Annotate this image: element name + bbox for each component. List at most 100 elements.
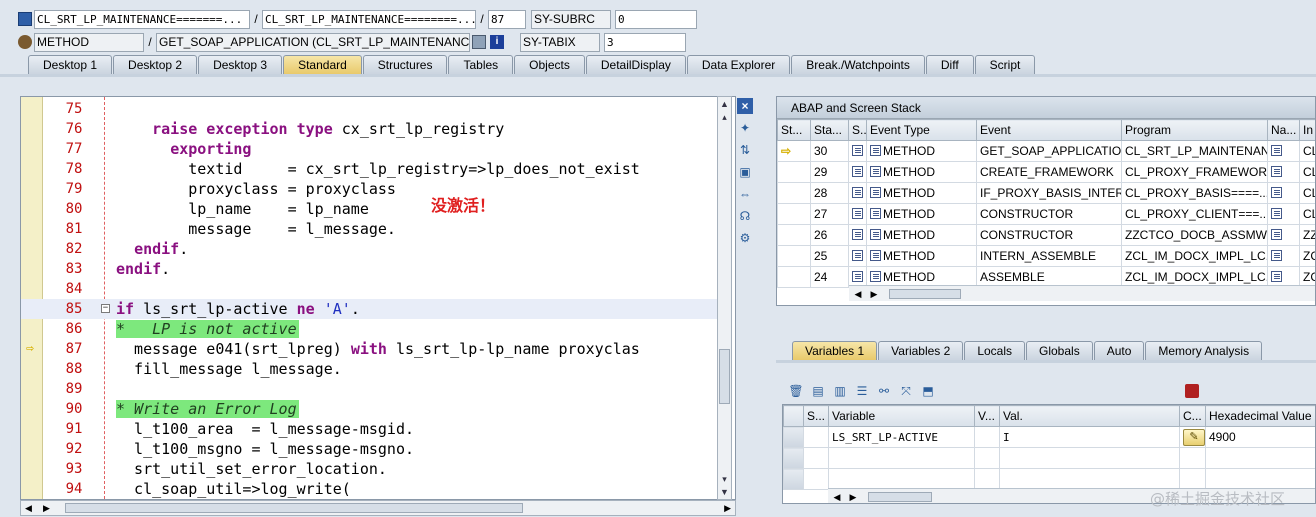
code-line[interactable]: 86 * LP is not active	[21, 319, 721, 339]
col-s[interactable]: S...	[803, 405, 829, 427]
col-v[interactable]: V...	[974, 405, 1000, 427]
stack-scroll-left-icon[interactable]: ◀	[851, 286, 865, 302]
stack-col-header[interactable]: Na...	[1267, 119, 1300, 141]
stack-row[interactable]: 25 METHOD INTERN_ASSEMBLE ZCL_IM_DOCX_IMPL_…	[777, 245, 1315, 267]
var-tab-variables-2[interactable]: Variables 2	[878, 341, 964, 361]
stack-col-header[interactable]: Event	[976, 119, 1122, 141]
program-field[interactable]: CL_SRT_LP_MAINTENANCE========...	[262, 9, 476, 29]
code-line[interactable]: 83 endif.	[21, 259, 721, 279]
vars-scroll-right-icon[interactable]: ▶	[846, 489, 860, 503]
navigate-icon[interactable]	[1271, 229, 1282, 240]
code-line[interactable]: 78 textid = cx_srt_lp_registry=>lp_does_…	[21, 159, 721, 179]
line-field[interactable]: 87	[488, 9, 526, 29]
stack-row[interactable]: ⇨ 30 METHOD GET_SOAP_APPLICATION CL_SRT_LP_M…	[777, 140, 1315, 162]
info-icon[interactable]: i	[490, 35, 504, 49]
export-icon[interactable]: ▥	[832, 383, 848, 399]
code-line[interactable]: 84	[21, 279, 721, 299]
navigate-icon[interactable]	[1271, 250, 1282, 261]
delete-icon[interactable]: 🗑	[788, 383, 804, 399]
sysvar-value-subrc[interactable]: 0	[615, 9, 697, 29]
code-line[interactable]: 93 srt_util_set_error_location.	[21, 459, 721, 479]
stack-row[interactable]: 29 METHOD CREATE_FRAMEWORK CL_PROXY_FRAMEWO…	[777, 161, 1315, 183]
tab-structures[interactable]: Structures	[362, 55, 448, 75]
col-hex[interactable]: Hexadecimal Value	[1205, 405, 1315, 427]
variable-name-input[interactable]: LS_SRT_LP-ACTIVE	[828, 426, 975, 448]
tab-break-watchpoints[interactable]: Break./Watchpoints	[791, 55, 925, 75]
scroll-down-icon[interactable]: ▼	[718, 486, 731, 499]
settings-icon[interactable]: ⚙	[737, 230, 753, 246]
variable-row[interactable]: LS_SRT_LP-ACTIVE I ✎ 4900	[783, 426, 1315, 448]
class-field[interactable]: CL_SRT_LP_MAINTENANCE=======...	[34, 9, 250, 29]
code-line[interactable]: 88 fill_message l_message.	[21, 359, 721, 379]
tab-desktop-3[interactable]: Desktop 3	[198, 55, 283, 75]
swap-tool-icon[interactable]: ⇅	[737, 142, 753, 158]
stack-col-header[interactable]: In	[1299, 119, 1315, 141]
code-line[interactable]: 94 cl_soap_util=>log_write(	[21, 479, 721, 499]
code-line[interactable]: 79 proxyclass = proxyclass	[21, 179, 721, 199]
stack-row[interactable]: 27 METHOD CONSTRUCTOR CL_PROXY_CLIENT===...…	[777, 203, 1315, 225]
variable-row-empty[interactable]	[783, 468, 1315, 490]
structure-icon[interactable]	[472, 35, 486, 49]
stack-col-header[interactable]: Event Type	[866, 119, 977, 141]
scroll-up-icon[interactable]: ▲	[718, 98, 731, 111]
stack-scroll-thumb[interactable]	[889, 289, 961, 299]
vars-scroll-thumb[interactable]	[868, 492, 932, 502]
navigate-icon[interactable]	[1271, 208, 1282, 219]
list-icon[interactable]: ☰	[854, 383, 870, 399]
tab-desktop-1[interactable]: Desktop 1	[28, 55, 113, 75]
var-tab-auto[interactable]: Auto	[1093, 341, 1145, 361]
stack-row[interactable]: 28 METHOD IF_PROXY_BASIS_INTER... CL_PROXY_…	[777, 182, 1315, 204]
col-val[interactable]: Val.	[999, 405, 1180, 427]
edit-pencil-icon[interactable]: ✎	[1183, 428, 1205, 446]
var-tab-variables-1[interactable]: Variables 1	[792, 341, 878, 361]
editor-horizontal-scrollbar[interactable]: ◀ ▶ ▶	[20, 500, 736, 516]
tab-diff[interactable]: Diff	[925, 55, 974, 75]
scroll-right-icon[interactable]: ▶	[724, 501, 731, 515]
editor-vertical-scrollbar[interactable]: ▲ ▴ ▾ ▼	[717, 96, 732, 500]
hscroll-thumb[interactable]	[65, 503, 523, 513]
scroll-thumb[interactable]	[719, 349, 730, 404]
expand-icon[interactable]: ⤧	[898, 383, 914, 399]
var-tab-locals[interactable]: Locals	[964, 341, 1025, 361]
var-tab-memory-analysis[interactable]: Memory Analysis	[1145, 341, 1263, 361]
import-icon[interactable]: ▤	[810, 383, 826, 399]
scroll-up-page-icon[interactable]: ▴	[718, 111, 731, 124]
navigate-icon[interactable]	[1271, 145, 1282, 156]
stack-hscroll[interactable]: ◀ ▶	[849, 285, 1315, 301]
code-line[interactable]: 82 endif.	[21, 239, 721, 259]
tab-detaildisplay[interactable]: DetailDisplay	[585, 55, 686, 75]
stack-row[interactable]: 26 METHOD CONSTRUCTOR ZZCTCO_DOCB_ASSMW... Z…	[777, 224, 1315, 246]
code-line[interactable]: 91 l_t100_area = l_message-msgid.	[21, 419, 721, 439]
var-tab-globals[interactable]: Globals	[1026, 341, 1093, 361]
stack-col-header[interactable]: Program	[1121, 119, 1268, 141]
code-line[interactable]: 77 exporting	[21, 139, 721, 159]
col-variable[interactable]: Variable	[828, 405, 975, 427]
maximize-icon[interactable]: ▣	[737, 164, 753, 180]
tab-script[interactable]: Script	[974, 55, 1036, 75]
code-line[interactable]: 75	[21, 99, 721, 119]
code-editor[interactable]: 75 76 raise exception type cx_srt_lp_regi…	[20, 96, 736, 500]
hierarchy-icon[interactable]: ⚯	[876, 383, 892, 399]
tab-objects[interactable]: Objects	[514, 55, 585, 75]
variable-value[interactable]: I	[999, 426, 1180, 448]
open-icon[interactable]: ⬒	[920, 383, 936, 399]
navigate-icon[interactable]	[1271, 187, 1282, 198]
save-icon[interactable]	[1185, 384, 1199, 398]
code-line[interactable]: 90 * Write an Error Log	[21, 399, 721, 419]
code-line[interactable]: 87 message e041(srt_lpreg) with ls_srt_l…	[21, 339, 721, 359]
sysvar-value-tabix[interactable]: 3	[604, 32, 686, 52]
code-line[interactable]: 92 l_t100_msgno = l_message-msgno.	[21, 439, 721, 459]
services-icon[interactable]: ☊	[737, 208, 753, 224]
tab-tables[interactable]: Tables	[448, 55, 514, 75]
stack-col-header[interactable]: Sta...	[810, 119, 849, 141]
stack-col-header[interactable]: St...	[777, 119, 811, 141]
code-line[interactable]: 89	[21, 379, 721, 399]
close-icon[interactable]: ×	[737, 98, 753, 114]
resize-icon[interactable]: ⇔	[737, 186, 753, 202]
scroll-right-small-icon[interactable]: ▶	[43, 501, 50, 515]
tab-data-explorer[interactable]: Data Explorer	[686, 55, 791, 75]
vars-scroll-left-icon[interactable]: ◀	[830, 489, 844, 503]
variable-row-empty[interactable]	[783, 447, 1315, 469]
code-line[interactable]: 80 lp_name = lp_name	[21, 199, 721, 219]
new-tool-icon[interactable]: ✦	[737, 120, 753, 136]
